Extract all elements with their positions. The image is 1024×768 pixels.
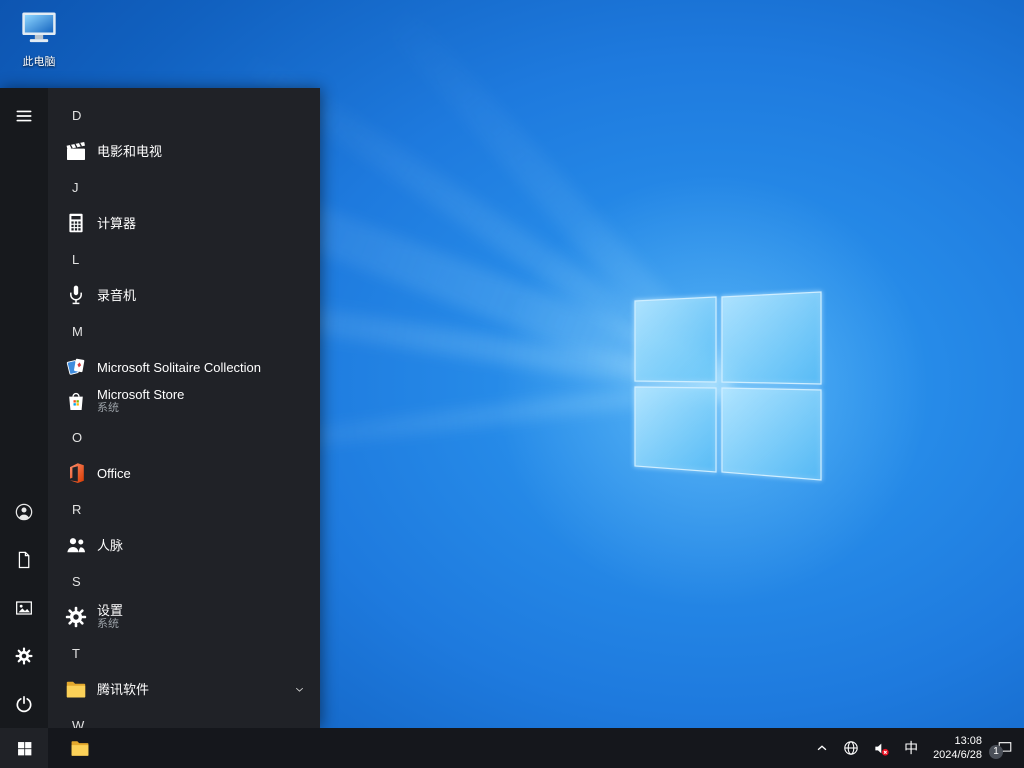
desktop-icon-label: 此电脑 bbox=[22, 56, 56, 68]
start-menu: D 电影和电视 J 计算器 L 录音机 M Microsoft Solitaire Colle… bbox=[0, 88, 320, 728]
clock-time: 13:08 bbox=[954, 735, 982, 747]
office-icon bbox=[64, 461, 88, 485]
windows-logo-wallpaper bbox=[634, 291, 822, 481]
calculator-icon bbox=[64, 211, 88, 235]
windows-start-icon bbox=[16, 740, 33, 757]
taskbar-clock[interactable]: 13:08 2024/6/28 bbox=[925, 728, 990, 768]
file-explorer-icon bbox=[69, 737, 91, 759]
rail-menu-button[interactable] bbox=[0, 92, 48, 140]
app-subtitle: 系统 bbox=[97, 402, 119, 414]
ime-indicator[interactable]: 中 bbox=[897, 728, 925, 768]
speaker-muted-icon bbox=[873, 740, 890, 757]
tray-chevron-up-button[interactable] bbox=[808, 728, 836, 768]
start-app-item[interactable]: 腾讯软件 bbox=[48, 672, 320, 706]
app-text: 人脉 bbox=[97, 538, 306, 553]
network-button[interactable] bbox=[836, 728, 866, 768]
app-name: 设置 bbox=[97, 603, 124, 618]
start-app-item[interactable]: 计算器 bbox=[48, 206, 320, 240]
app-text: 计算器 bbox=[97, 216, 306, 231]
clock-date: 2024/6/28 bbox=[933, 749, 982, 761]
start-section-header[interactable]: R bbox=[48, 490, 320, 528]
globe-network-icon bbox=[843, 740, 859, 756]
taskbar: 中 13:08 2024/6/28 1 bbox=[0, 728, 1024, 768]
start-app-item[interactable]: 录音机 bbox=[48, 278, 320, 312]
start-section-header[interactable]: D bbox=[48, 96, 320, 134]
solitaire-icon bbox=[64, 355, 88, 379]
start-section-header[interactable]: S bbox=[48, 562, 320, 600]
volume-muted-button[interactable] bbox=[866, 728, 897, 768]
start-app-item[interactable]: 设置 系统 bbox=[48, 600, 320, 634]
pictures-icon bbox=[14, 598, 34, 618]
settings-icon bbox=[64, 605, 88, 629]
start-app-item[interactable]: 人脉 bbox=[48, 528, 320, 562]
app-name: 录音机 bbox=[97, 287, 137, 303]
rail-user-button[interactable] bbox=[0, 488, 48, 536]
rail-documents-button[interactable] bbox=[0, 536, 48, 584]
app-name: 计算器 bbox=[97, 215, 137, 231]
app-subtitle: 系统 bbox=[97, 618, 119, 630]
document-icon bbox=[14, 550, 34, 570]
app-name: 电影和电视 bbox=[97, 143, 163, 159]
action-center-button[interactable]: 1 bbox=[989, 728, 1020, 768]
file-explorer-button[interactable] bbox=[56, 728, 104, 768]
notification-badge: 1 bbox=[989, 745, 1003, 759]
start-section-header[interactable]: J bbox=[48, 168, 320, 206]
start-section-header[interactable]: O bbox=[48, 418, 320, 456]
desktop-icon-this-pc[interactable]: 此电脑 bbox=[10, 10, 68, 69]
start-section-header[interactable]: W bbox=[48, 706, 320, 729]
start-section-header[interactable]: M bbox=[48, 312, 320, 350]
folder-icon bbox=[64, 677, 88, 701]
start-rail-bottom bbox=[0, 488, 48, 728]
app-text: 腾讯软件 bbox=[97, 682, 293, 697]
people-icon bbox=[64, 533, 88, 557]
app-text: Microsoft Solitaire Collection bbox=[97, 360, 306, 375]
rail-settings-button[interactable] bbox=[0, 632, 48, 680]
app-text: 设置 系统 bbox=[97, 603, 306, 631]
chevron-down-icon[interactable] bbox=[293, 683, 306, 696]
start-app-list: D 电影和电视 J 计算器 L 录音机 M Microsoft Solitaire Colle… bbox=[48, 88, 320, 728]
movies-tv-icon bbox=[64, 139, 88, 163]
system-tray: 中 13:08 2024/6/28 1 bbox=[808, 728, 1024, 768]
app-name: 腾讯软件 bbox=[97, 681, 150, 697]
hamburger-icon bbox=[14, 106, 34, 126]
start-rail bbox=[0, 88, 48, 728]
start-section-header[interactable]: L bbox=[48, 240, 320, 278]
app-name: 人脉 bbox=[97, 537, 124, 553]
chevron-up-icon bbox=[815, 741, 829, 755]
rail-power-button[interactable] bbox=[0, 680, 48, 728]
power-icon bbox=[14, 694, 34, 714]
app-name: Office bbox=[97, 465, 131, 481]
start-rail-top bbox=[0, 88, 48, 140]
start-app-item[interactable]: Microsoft Solitaire Collection bbox=[48, 350, 320, 384]
app-text: 电影和电视 bbox=[97, 144, 306, 159]
app-text: 录音机 bbox=[97, 288, 306, 303]
app-text: Office bbox=[97, 466, 306, 481]
start-app-item[interactable]: Office bbox=[48, 456, 320, 490]
this-pc-icon bbox=[19, 10, 59, 50]
user-icon bbox=[14, 502, 34, 522]
store-icon bbox=[64, 389, 88, 413]
start-button[interactable] bbox=[0, 728, 48, 768]
gear-icon bbox=[14, 646, 34, 666]
start-app-item[interactable]: 电影和电视 bbox=[48, 134, 320, 168]
start-app-item[interactable]: Microsoft Store 系统 bbox=[48, 384, 320, 418]
app-name: Microsoft Store bbox=[97, 387, 185, 402]
voice-recorder-icon bbox=[64, 283, 88, 307]
start-section-header[interactable]: T bbox=[48, 634, 320, 672]
rail-pictures-button[interactable] bbox=[0, 584, 48, 632]
app-name: Microsoft Solitaire Collection bbox=[97, 359, 262, 375]
app-text: Microsoft Store 系统 bbox=[97, 387, 306, 415]
